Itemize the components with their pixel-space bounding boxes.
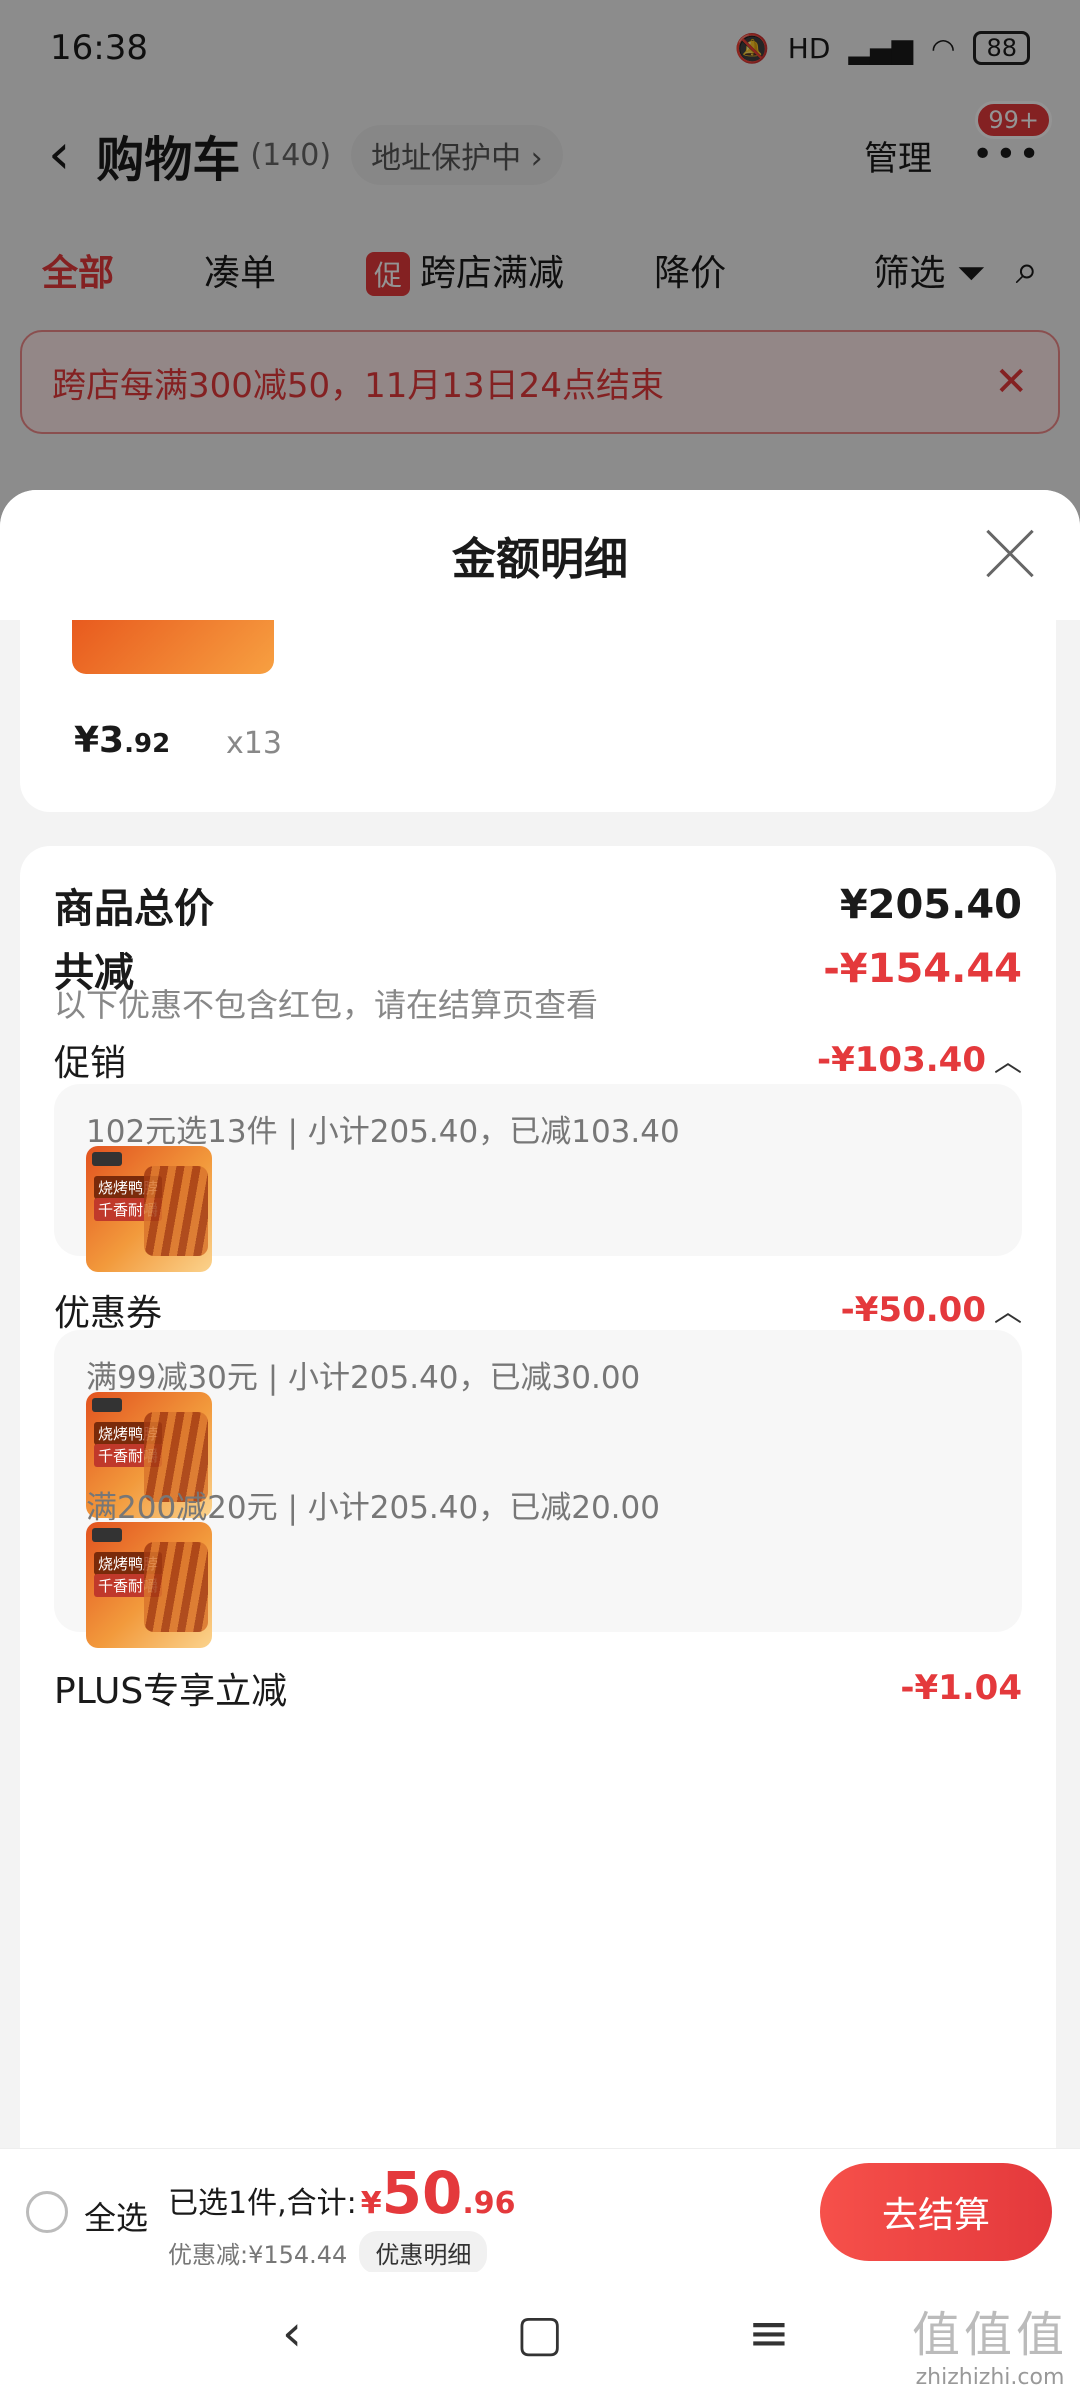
promo-value-wrap: -¥103.40 ︿ <box>817 1040 1022 1080</box>
system-back-icon[interactable]: ‹ <box>282 2308 302 2358</box>
product-image-shape <box>144 1542 208 1632</box>
plus-value: -¥1.04 <box>900 1668 1022 1708</box>
brand-logo-icon <box>92 1398 122 1412</box>
select-all-label[interactable]: 全选 <box>84 2193 148 2239</box>
item-price-dec: .92 <box>124 729 171 759</box>
item-price-int: ¥3 <box>74 720 125 761</box>
summary-currency: ¥ <box>360 2186 382 2221</box>
plus-label: PLUS专享立减 <box>54 1671 288 1712</box>
summary-prefix: 已选1件,合计: <box>168 2186 357 2221</box>
collapse-chevron-icon[interactable]: ︿ <box>994 1040 1022 1080</box>
coupon-line: 满200减20元 | 小计205.40，已减20.00 <box>86 1490 660 1526</box>
coupon-value: -¥50.00 <box>840 1290 986 1330</box>
system-home-icon[interactable]: ▢ <box>516 2308 563 2358</box>
watermark-url: zhizhizhi.com <box>915 2365 1065 2390</box>
summary-line: 已选1件,合计: ¥ 50 .96 <box>168 2159 515 2227</box>
sheet-title: 金额明细 <box>452 534 628 585</box>
total-label: 商品总价 <box>54 886 214 932</box>
coupon-line: 满99减30元 | 小计205.40，已减30.00 <box>86 1360 641 1396</box>
promo-label: 促销 <box>54 1043 127 1084</box>
promo-row[interactable]: 促销 -¥103.40 ︿ <box>54 1034 1022 1086</box>
summary-amount-int: 50 <box>381 2159 463 2227</box>
coupon-row[interactable]: 优惠券 -¥50.00 ︿ <box>54 1284 1022 1336</box>
total-row: 商品总价 ¥205.40 <box>54 876 1022 934</box>
checkout-button[interactable]: 去结算 <box>820 2163 1052 2261</box>
total-value: ¥205.40 <box>839 882 1022 928</box>
discount-detail-button[interactable]: 优惠明细 <box>359 2231 488 2274</box>
system-menu-icon[interactable]: ≡ <box>748 2308 790 2358</box>
brand-logo-icon <box>92 1528 122 1542</box>
watermark: 值值值 zhizhizhi.com <box>912 2295 1068 2390</box>
select-all-checkbox[interactable] <box>26 2191 68 2233</box>
item-quantity: x13 <box>226 726 282 761</box>
reduce-note: 以下优惠不包含红包，请在结算页查看 <box>54 986 599 1024</box>
plus-row: PLUS专享立减 -¥1.04 <box>54 1662 1022 1714</box>
coupon-label: 优惠券 <box>54 1293 163 1334</box>
collapse-chevron-icon[interactable]: ︿ <box>994 1290 1022 1330</box>
sheet-close-icon[interactable] <box>984 528 1036 580</box>
product-thumbnail: 烧烤鸭脖 千香耐嚼 <box>86 1522 212 1648</box>
sheet-header: 金额明细 <box>0 490 1080 620</box>
promo-group: 102元选13件 | 小计205.40，已减103.40 烧烤鸭脖 千香耐嚼 <box>54 1084 1022 1272</box>
product-thumbnail <box>72 620 274 674</box>
watermark-logo: 值值值 <box>911 2307 1068 2363</box>
item-price: ¥3.92 <box>74 720 170 761</box>
reduce-value: -¥154.44 <box>823 946 1022 992</box>
item-card: ¥3.92 x13 <box>20 620 1056 812</box>
promo-value: -¥103.40 <box>817 1040 986 1080</box>
brand-logo-icon <box>92 1152 122 1166</box>
coupon-value-wrap: -¥50.00 ︿ <box>841 1290 1022 1330</box>
promo-line: 102元选13件 | 小计205.40，已减103.40 <box>86 1114 680 1150</box>
system-nav-bar: ‹ ▢ ≡ 值值值 zhizhizhi.com <box>0 2272 1080 2400</box>
summary-amount-dec: .96 <box>462 2186 516 2221</box>
discount-line: 优惠减:¥154.44 优惠明细 <box>168 2231 488 2274</box>
coupon-group: 满99减30元 | 小计205.40，已减30.00 烧烤鸭脖 千香耐嚼 满20… <box>54 1330 1022 1648</box>
product-thumbnail: 烧烤鸭脖 千香耐嚼 <box>86 1146 212 1272</box>
checkout-bar: 全选 已选1件,合计: ¥ 50 .96 优惠减:¥154.44 优惠明细 去结… <box>0 2148 1080 2274</box>
amount-detail-sheet: 金额明细 ¥3.92 x13 商品总价 ¥205.40 共减 -¥154.44 … <box>0 490 1080 2400</box>
discount-text: 优惠减:¥154.44 <box>168 2241 348 2269</box>
product-image-shape <box>144 1166 208 1256</box>
